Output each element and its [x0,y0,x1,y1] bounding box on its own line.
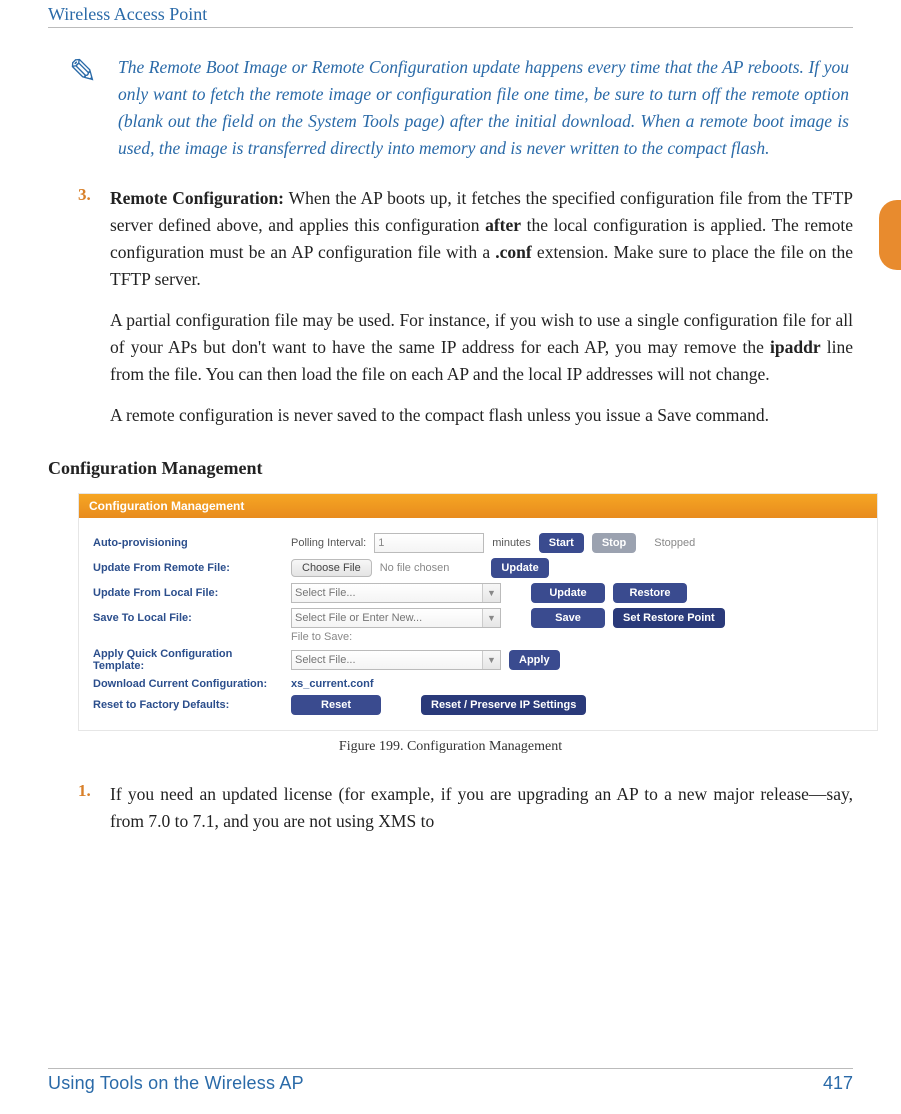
reset-preserve-button[interactable]: Reset / Preserve IP Settings [421,695,586,715]
template-input[interactable] [291,650,501,670]
chevron-down-icon[interactable]: ▼ [482,584,500,602]
step3-lead: Remote Configuration: [110,188,284,208]
step-3: 3. Remote Configuration: When the AP boo… [78,185,853,444]
apply-button[interactable]: Apply [509,650,560,670]
row-update-remote: Update From Remote File: Choose File No … [93,558,863,578]
label-auto-provisioning: Auto-provisioning [93,537,283,549]
save-file-input[interactable] [291,608,501,628]
row-update-local: Update From Local File: ▼ Update Restore [93,583,863,603]
template-select[interactable]: ▼ [291,650,501,670]
label-update-remote: Update From Remote File: [93,562,283,574]
save-file-select[interactable]: ▼ [291,608,501,628]
polling-interval-input[interactable] [374,533,484,553]
label-reset-defaults: Reset to Factory Defaults: [93,699,283,711]
step1-text: If you need an updated license (for exam… [110,781,853,835]
update-local-button[interactable]: Update [531,583,605,603]
local-file-input[interactable] [291,583,501,603]
step3-conf: .conf [495,242,531,262]
stop-button[interactable]: Stop [592,533,636,553]
file-to-save-sublabel: File to Save: [291,631,352,643]
start-button[interactable]: Start [539,533,584,553]
row-auto-provisioning: Auto-provisioning Polling Interval: minu… [93,533,863,553]
step3-p2a: A partial configuration file may be used… [110,310,853,357]
save-button[interactable]: Save [531,608,605,628]
label-apply-template: Apply Quick Configuration Template: [93,648,283,673]
polling-unit: minutes [492,537,531,549]
chevron-down-icon[interactable]: ▼ [482,651,500,669]
config-mgmt-panel: Configuration Management Auto-provisioni… [78,493,878,731]
polling-interval-label: Polling Interval: [291,537,366,549]
row-save-local: Save To Local File: ▼ Save Set Restore P… [93,608,863,628]
config-mgmt-heading: Configuration Management [48,458,853,479]
chevron-down-icon[interactable]: ▼ [482,609,500,627]
row-reset-defaults: Reset to Factory Defaults: Reset Reset /… [93,695,863,715]
label-update-local: Update From Local File: [93,587,283,599]
download-conf-link[interactable]: xs_current.conf [291,678,374,690]
row-download-current: Download Current Configuration: xs_curre… [93,678,863,690]
choose-file-button[interactable]: Choose File [291,559,372,577]
step-1: 1. If you need an updated license (for e… [78,781,853,849]
update-remote-button[interactable]: Update [491,558,548,578]
step-number: 3. [78,185,110,444]
callout-note: ✎ The Remote Boot Image or Remote Config… [48,54,853,163]
row-apply-template: Apply Quick Configuration Template: ▼ Ap… [93,648,863,673]
local-file-select[interactable]: ▼ [291,583,501,603]
row-file-to-save: File to Save: [93,631,863,643]
panel-header: Configuration Management [79,494,877,518]
running-header: Wireless Access Point [48,0,853,28]
step3-p3: A remote configuration is never saved to… [110,402,853,429]
restore-button[interactable]: Restore [613,583,687,603]
note-text: The Remote Boot Image or Remote Configur… [118,54,853,163]
figure-caption: Figure 199. Configuration Management [48,739,853,755]
footer-page-number: 417 [823,1073,853,1094]
step3-ipaddr: ipaddr [770,337,821,357]
set-restore-point-button[interactable]: Set Restore Point [613,608,725,628]
page-footer: Using Tools on the Wireless AP 417 [48,1068,853,1094]
footer-section: Using Tools on the Wireless AP [48,1073,304,1094]
step3-after: after [485,215,521,235]
auto-prov-status: Stopped [654,537,695,549]
label-save-local: Save To Local File: [93,612,283,624]
page-tab-notch [879,200,901,270]
reset-button[interactable]: Reset [291,695,381,715]
pencil-note-icon: ✎ [48,54,118,163]
no-file-chosen: No file chosen [380,562,450,574]
label-download-current: Download Current Configuration: [93,678,283,690]
step-number: 1. [78,781,110,849]
